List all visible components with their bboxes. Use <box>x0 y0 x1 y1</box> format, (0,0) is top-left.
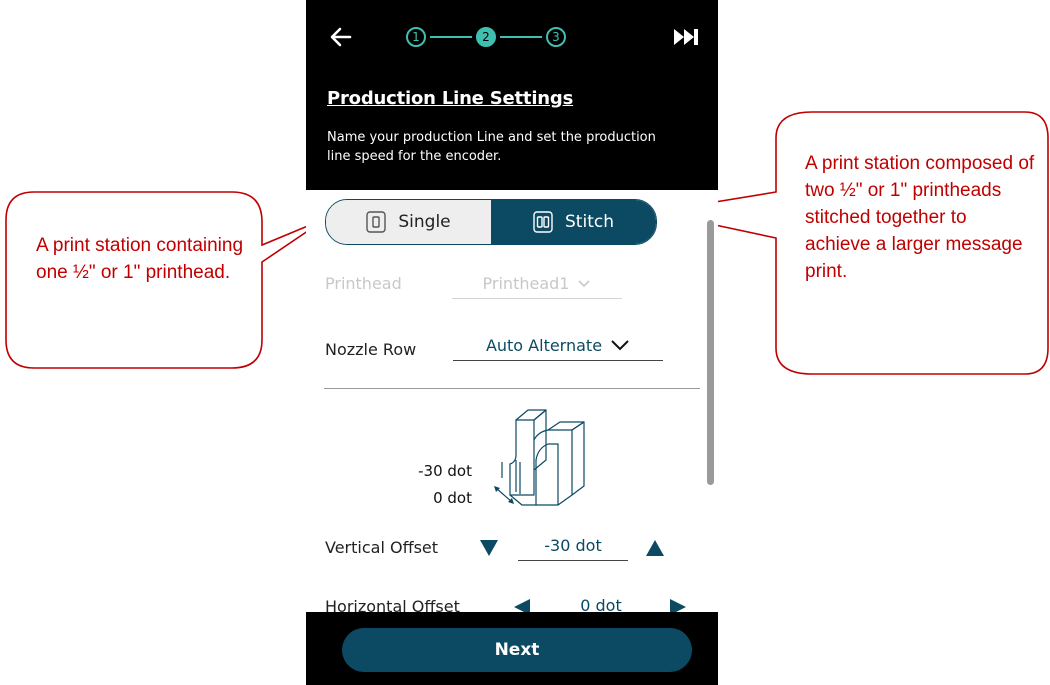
vertical-offset-label: Vertical Offset <box>325 538 439 557</box>
nozzle-row-select[interactable]: Auto Alternate <box>453 330 663 361</box>
page-title: Production Line Settings <box>327 88 574 109</box>
step-2: 2 <box>476 27 496 47</box>
vertical-offset-increase-icon[interactable] <box>644 536 666 558</box>
stitch-option[interactable]: Stitch <box>491 200 656 244</box>
phone-screen: 1 2 3 Production Line Settings Name your… <box>306 0 718 685</box>
vertical-offset-decrease-icon[interactable] <box>478 536 500 558</box>
chevron-down-icon <box>578 280 591 288</box>
stitch-option-label: Stitch <box>565 212 614 232</box>
mode-toggle: Single Stitch <box>325 199 657 245</box>
scrollbar-thumb[interactable] <box>707 220 714 485</box>
footer: Next <box>306 612 718 685</box>
step-1: 1 <box>406 27 426 47</box>
step-connector <box>430 36 472 38</box>
vertical-offset-value: -30 dot <box>544 535 602 555</box>
step-indicator: 1 2 3 <box>406 24 566 50</box>
single-option-label: Single <box>398 212 451 232</box>
header: 1 2 3 Production Line Settings Name your… <box>306 0 718 190</box>
step-connector <box>500 36 542 38</box>
callout-stitch-text: A print station composed of two ½" or 1"… <box>805 153 1035 282</box>
printhead-value: Printhead1 <box>482 273 570 293</box>
printhead-select: Printhead1 <box>452 268 622 299</box>
back-arrow-icon[interactable] <box>328 24 354 50</box>
skip-forward-icon[interactable] <box>672 27 700 47</box>
chevron-down-icon <box>611 340 629 351</box>
nozzle-row-label: Nozzle Row <box>325 340 417 359</box>
horizontal-dot-label: 0 dot <box>433 489 472 507</box>
next-button[interactable]: Next <box>342 628 692 672</box>
printhead-label: Printhead <box>325 274 402 293</box>
section-divider <box>324 388 700 389</box>
vertical-offset-input[interactable]: -30 dot <box>518 530 628 561</box>
callout-single-text: A print station containing one ½" or 1" … <box>36 235 244 283</box>
vertical-dot-label: -30 dot <box>418 462 472 480</box>
page-description: Name your production Line and set the pr… <box>327 130 656 164</box>
single-printhead-icon <box>366 211 387 233</box>
printhead-offset-diagram <box>494 409 585 506</box>
stitch-printhead-icon <box>533 211 553 233</box>
single-option[interactable]: Single <box>326 200 491 244</box>
step-3: 3 <box>546 27 566 47</box>
nozzle-row-value: Auto Alternate <box>485 335 603 355</box>
